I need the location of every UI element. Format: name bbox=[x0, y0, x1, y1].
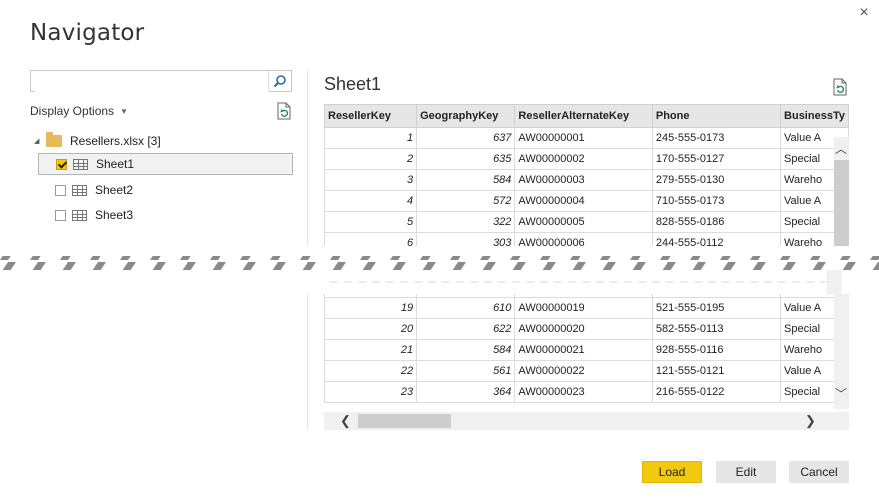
table-cell[interactable]: 928-555-0116 bbox=[651, 339, 782, 361]
table-cell[interactable]: 1 bbox=[324, 127, 418, 149]
table-row: 23 364 AW00000023 216-555-0122 Special bbox=[324, 381, 849, 403]
tree-item-sheet2[interactable]: Sheet2 bbox=[38, 179, 293, 201]
table-cell[interactable]: 584 bbox=[416, 339, 516, 361]
chevron-left-icon[interactable]: ❮ bbox=[340, 413, 351, 429]
tree-item-sheet3[interactable]: Sheet3 bbox=[38, 204, 293, 226]
table-row: 22 561 AW00000022 121-555-0121 Value A bbox=[324, 360, 849, 382]
table-cell[interactable]: AW00000001 bbox=[514, 127, 653, 149]
display-options-label: Display Options bbox=[30, 104, 115, 118]
table-cell[interactable]: 322 bbox=[416, 211, 516, 233]
refresh-icon[interactable] bbox=[276, 102, 292, 125]
table-cell[interactable]: AW00000022 bbox=[514, 360, 653, 382]
column-header[interactable]: GeographyKey bbox=[416, 104, 516, 128]
sheet1-checkbox[interactable] bbox=[56, 158, 67, 170]
display-options-dropdown[interactable]: Display Options ▼ bbox=[30, 104, 128, 118]
table-row: 5 322 AW00000005 828-555-0186 Special bbox=[324, 211, 849, 233]
column-header[interactable]: ResellerAlternateKey bbox=[514, 104, 653, 128]
chevron-up-icon[interactable]: ︿ bbox=[835, 140, 847, 157]
tree-root-workbook[interactable]: ◢ Resellers.xlsx [3] bbox=[34, 130, 161, 152]
table-cell[interactable]: 19 bbox=[324, 297, 418, 319]
column-header[interactable]: ResellerKey bbox=[324, 104, 418, 128]
refresh-icon[interactable] bbox=[832, 78, 848, 101]
cancel-button[interactable]: Cancel bbox=[789, 461, 849, 483]
table-cell[interactable]: 572 bbox=[416, 190, 516, 212]
table-cell[interactable]: 610 bbox=[416, 297, 516, 319]
table-cell[interactable]: AW00000020 bbox=[514, 318, 653, 340]
table-cell[interactable]: 582-555-0113 bbox=[651, 318, 782, 340]
table-cell[interactable]: 170-555-0127 bbox=[651, 148, 782, 170]
table-cell[interactable]: AW00000005 bbox=[514, 211, 653, 233]
table-cell[interactable]: AW00000004 bbox=[514, 190, 653, 212]
tree-item-label: Sheet1 bbox=[96, 157, 135, 171]
chevron-right-icon[interactable]: ❯ bbox=[805, 413, 816, 429]
table-cell[interactable]: AW00000023 bbox=[514, 381, 653, 403]
table-cell[interactable]: AW00000021 bbox=[514, 339, 653, 361]
table-row: 19 610 AW00000019 521-555-0195 Value A bbox=[324, 297, 849, 319]
table-icon bbox=[72, 184, 87, 196]
table-cell[interactable]: AW00000002 bbox=[514, 148, 653, 170]
table-icon bbox=[73, 158, 88, 170]
close-icon[interactable]: × bbox=[855, 4, 873, 22]
table-row: 21 584 AW00000021 928-555-0116 Wareho bbox=[324, 339, 849, 361]
tree-item-sheet1[interactable]: Sheet1 bbox=[38, 153, 293, 175]
search-input[interactable] bbox=[35, 72, 269, 92]
chevron-down-icon: ▼ bbox=[120, 107, 128, 116]
collapse-triangle-icon[interactable]: ◢ bbox=[34, 137, 46, 145]
horizontal-scroll-thumb[interactable] bbox=[358, 414, 451, 428]
search-icon[interactable] bbox=[268, 71, 291, 91]
table-cell[interactable]: 245-555-0173 bbox=[651, 127, 782, 149]
table-cell[interactable]: 279-555-0130 bbox=[651, 169, 782, 191]
dialog-title: Navigator bbox=[30, 20, 145, 46]
search-box bbox=[30, 70, 292, 92]
edit-button[interactable]: Edit bbox=[716, 461, 776, 483]
column-header[interactable]: BusinessTy bbox=[780, 104, 849, 128]
table-cell[interactable]: 5 bbox=[324, 211, 418, 233]
sheet2-checkbox[interactable] bbox=[55, 184, 66, 196]
table-row: 3 584 AW00000003 279-555-0130 Wareho bbox=[324, 169, 849, 191]
table-cell[interactable]: 637 bbox=[416, 127, 516, 149]
load-button[interactable]: Load bbox=[642, 461, 702, 483]
table-row: 1 637 AW00000001 245-555-0173 Value A bbox=[324, 127, 849, 149]
table-row: 2 635 AW00000002 170-555-0127 Special bbox=[324, 148, 849, 170]
table-cell[interactable]: AW00000003 bbox=[514, 169, 653, 191]
workbook-label: Resellers.xlsx [3] bbox=[70, 134, 161, 148]
table-cell[interactable]: 3 bbox=[324, 169, 418, 191]
table-cell[interactable]: AW00000019 bbox=[514, 297, 653, 319]
table-cell[interactable]: 622 bbox=[416, 318, 516, 340]
table-cell[interactable]: 521-555-0195 bbox=[651, 297, 782, 319]
tree-item-label: Sheet2 bbox=[95, 183, 134, 197]
table-cell[interactable]: 121-555-0121 bbox=[651, 360, 782, 382]
table-cell[interactable]: 21 bbox=[324, 339, 418, 361]
table-cell[interactable]: 20 bbox=[324, 318, 418, 340]
table-header-row: ResellerKey GeographyKey ResellerAlterna… bbox=[324, 104, 849, 128]
sheet3-checkbox[interactable] bbox=[55, 209, 66, 221]
table-cell[interactable]: 828-555-0186 bbox=[651, 211, 782, 233]
preview-title: Sheet1 bbox=[324, 74, 382, 94]
tree-item-label: Sheet3 bbox=[95, 208, 134, 222]
table-cell[interactable]: 561 bbox=[416, 360, 516, 382]
chevron-down-icon[interactable]: ﹀ bbox=[835, 385, 847, 402]
torn-edge-graphic bbox=[0, 246, 879, 294]
table-cell[interactable]: 2 bbox=[324, 148, 418, 170]
table-cell[interactable]: 584 bbox=[416, 169, 516, 191]
table-row: 4 572 AW00000004 710-555-0173 Value A bbox=[324, 190, 849, 212]
table-icon bbox=[72, 209, 87, 221]
column-header[interactable]: Phone bbox=[651, 104, 782, 128]
table-cell[interactable]: 22 bbox=[324, 360, 418, 382]
table-cell[interactable]: 4 bbox=[324, 190, 418, 212]
table-cell[interactable]: 710-555-0173 bbox=[651, 190, 782, 212]
folder-icon bbox=[46, 132, 62, 147]
table-cell[interactable]: 364 bbox=[416, 381, 516, 403]
table-cell[interactable]: 216-555-0122 bbox=[651, 381, 782, 403]
table-row: 20 622 AW00000020 582-555-0113 Special bbox=[324, 318, 849, 340]
table-cell[interactable]: 635 bbox=[416, 148, 516, 170]
table-cell[interactable]: 23 bbox=[324, 381, 418, 403]
